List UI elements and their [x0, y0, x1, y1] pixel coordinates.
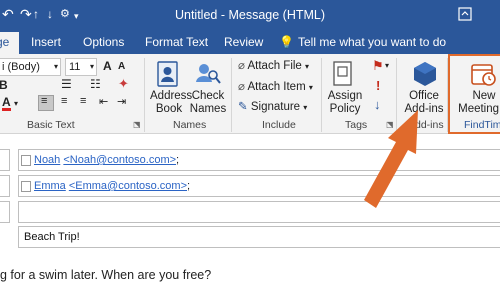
signature-button[interactable]: ✎ Signature ▾	[238, 99, 307, 113]
lightbulb-icon: 💡	[279, 35, 294, 49]
group-label-basic-text: Basic Text	[27, 119, 75, 131]
chevron-down-icon: ▾	[303, 103, 308, 112]
dialog-launcher-icon[interactable]: ⬔	[133, 120, 141, 129]
assign-policy-button[interactable]: Assign Policy	[326, 90, 364, 116]
font-size-value: 11	[69, 61, 81, 73]
font-name-combo[interactable]: i (Body) ▾	[0, 58, 61, 76]
office-addins-icon[interactable]	[412, 60, 438, 88]
tab-review[interactable]: Review	[224, 35, 263, 49]
attach-file-button[interactable]: ⌀ Attach File ▾	[238, 58, 309, 72]
attach-item-label: Attach Item	[247, 81, 306, 93]
signature-label: Signature	[250, 101, 301, 113]
align-right-icon[interactable]: ≡	[80, 95, 86, 107]
chevron-down-icon: ▾	[308, 83, 313, 92]
subject-field[interactable]: Beach Trip!	[18, 226, 500, 248]
recipient-emma[interactable]: Emma <Emma@contoso.com>;	[34, 180, 190, 192]
align-left-icon: ≡	[41, 95, 48, 107]
address-book-button[interactable]: Address Book	[150, 90, 193, 116]
office-addins-label-1: Office	[409, 90, 439, 102]
check-names-icon[interactable]	[194, 60, 222, 88]
grow-font-icon[interactable]: A	[103, 59, 112, 73]
group-separator	[144, 58, 145, 132]
outdent-icon[interactable]: ⇥	[117, 95, 126, 108]
address-book-label-1: Address	[150, 90, 193, 102]
group-separator	[321, 58, 322, 132]
recipient-address: <Noah@contoso.com>	[63, 154, 177, 166]
bold-icon[interactable]: B	[0, 78, 8, 92]
title-bar: ↶ ↷ ↑ ↓ ⚙ ▾ Untitled - Message (HTML)	[0, 0, 500, 30]
ribbon-tabs: ge Insert Options Format Text Review 💡 T…	[0, 30, 500, 54]
recipient-separator: ;	[187, 180, 191, 192]
align-center-icon[interactable]: ≡	[61, 95, 67, 107]
indent-icon[interactable]: ⇤	[99, 95, 108, 108]
cc-field[interactable]: Emma <Emma@contoso.com>;	[18, 175, 500, 197]
font-color-icon[interactable]: A	[2, 96, 11, 111]
numbering-icon[interactable]: ☷	[90, 77, 101, 91]
chevron-down-icon[interactable]: ▾	[385, 61, 389, 70]
recipient-separator: ;	[176, 154, 180, 166]
findtime-highlight	[448, 54, 500, 134]
group-label-include: Include	[262, 119, 296, 131]
tell-me-search[interactable]: Tell me what you want to do	[298, 35, 446, 49]
recipient-address: <Emma@contoso.com>	[68, 180, 188, 192]
group-separator	[231, 58, 232, 132]
attach-item-button[interactable]: ⌀ Attach Item ▾	[238, 79, 313, 93]
shrink-font-icon[interactable]: A	[118, 61, 125, 72]
assign-policy-label-1: Assign	[327, 90, 363, 102]
subject-value: Beach Trip!	[24, 231, 80, 243]
pointer-arrow-icon	[364, 110, 418, 208]
tab-format-text[interactable]: Format Text	[145, 35, 208, 49]
address-book-icon[interactable]	[155, 60, 181, 88]
ribbon: i (Body) ▾ 11 ▾ A A B ☰ ☷ ✦ A ▾ ≡ ≡ ≡ ⇤ …	[0, 54, 500, 134]
font-name-value: i (Body)	[2, 61, 40, 73]
follow-up-flag-icon[interactable]: ⚑	[372, 58, 384, 74]
signature-icon: ✎	[238, 101, 248, 113]
chevron-down-icon: ▾	[89, 62, 94, 71]
chevron-down-icon: ▾	[53, 62, 58, 71]
cc-button[interactable]	[0, 175, 10, 197]
clear-format-icon[interactable]: ✦	[118, 76, 129, 92]
recipient-name: Noah	[34, 154, 61, 166]
font-size-combo[interactable]: 11 ▾	[65, 58, 97, 76]
contact-card-icon	[21, 155, 31, 166]
paperclip-icon: ⌀	[238, 81, 245, 93]
tab-message[interactable]: ge	[0, 32, 20, 54]
contact-card-icon	[21, 181, 31, 192]
bcc-field[interactable]	[18, 201, 500, 223]
assign-policy-icon[interactable]	[331, 60, 355, 88]
check-names-label-2: Names	[189, 103, 227, 115]
paperclip-icon: ⌀	[238, 60, 245, 72]
address-book-label-2: Book	[155, 103, 183, 115]
to-field[interactable]: Noah <Noah@contoso.com>;	[18, 149, 500, 171]
chevron-down-icon[interactable]: ▾	[14, 99, 18, 108]
high-importance-icon[interactable]: !	[376, 78, 380, 93]
window-title: Untitled - Message (HTML)	[174, 8, 326, 22]
to-button[interactable]	[0, 149, 10, 171]
assign-policy-label-2: Policy	[329, 103, 361, 115]
check-names-button[interactable]: Check Names	[189, 90, 227, 116]
check-names-label-1: Check	[191, 90, 225, 102]
group-label-names: Names	[173, 119, 207, 131]
ribbon-display-options-icon[interactable]	[458, 7, 472, 21]
bcc-button[interactable]	[0, 201, 10, 223]
attach-file-label: Attach File	[247, 60, 302, 72]
bullets-icon[interactable]: ☰	[61, 77, 72, 91]
recipient-noah[interactable]: Noah <Noah@contoso.com>;	[34, 154, 179, 166]
recipient-name: Emma	[34, 180, 66, 192]
tab-insert[interactable]: Insert	[31, 35, 61, 49]
tab-options[interactable]: Options	[83, 35, 124, 49]
chevron-down-icon: ▾	[305, 62, 310, 71]
message-body[interactable]: g for a swim later. When are you free?	[0, 268, 211, 282]
message-form: Noah <Noah@contoso.com>; Emma <Emma@cont…	[0, 134, 500, 288]
